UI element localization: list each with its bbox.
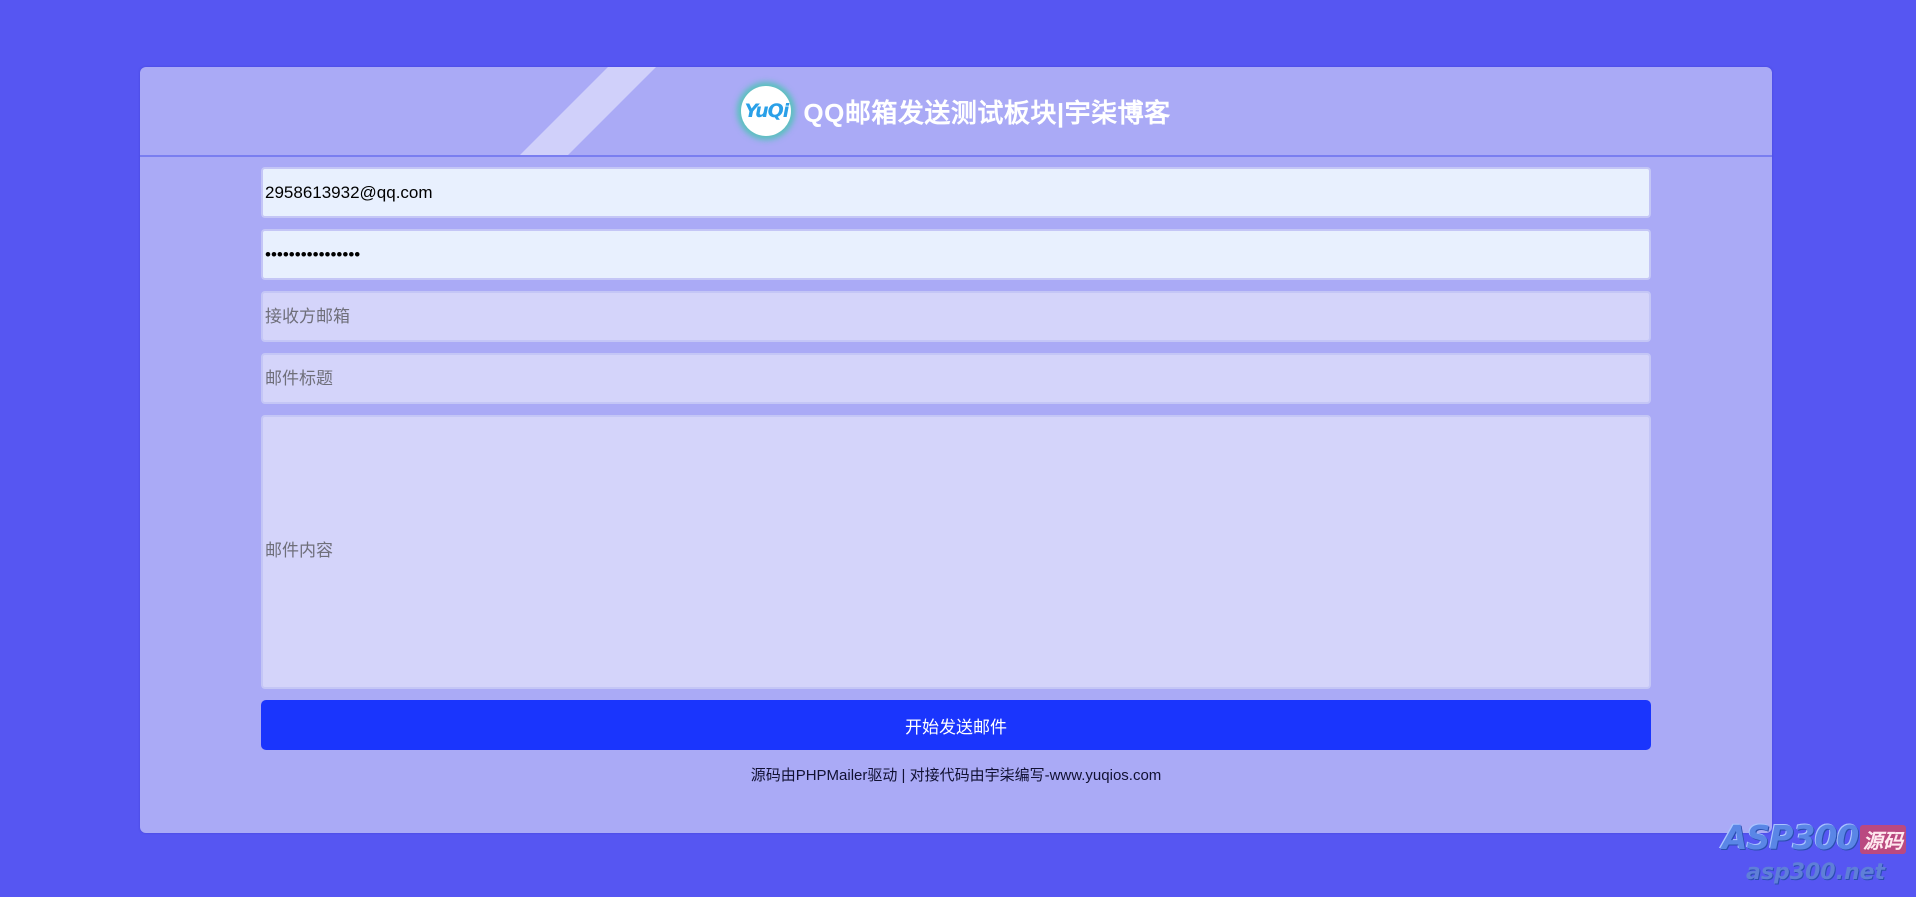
- sender-email-field[interactable]: [261, 167, 1651, 218]
- send-mail-form: 开始发送邮件: [261, 167, 1651, 750]
- watermark-domain: asp300.net: [1746, 860, 1886, 885]
- content-textarea[interactable]: [261, 415, 1651, 689]
- yuqi-logo-icon: YuQi: [741, 86, 792, 136]
- watermark-logo: ASP300 源码 asp300.net: [1718, 818, 1916, 897]
- panel-header: YuQi QQ邮箱发送测试板块|宇柒博客: [140, 67, 1772, 157]
- recipient-email-field[interactable]: [261, 291, 1651, 342]
- auth-code-field[interactable]: [261, 229, 1651, 280]
- subject-field[interactable]: [261, 353, 1651, 404]
- watermark-tag: 源码: [1860, 825, 1906, 854]
- page-title: QQ邮箱发送测试板块|宇柒博客: [803, 97, 1171, 128]
- brand: YuQi QQ邮箱发送测试板块|宇柒博客: [140, 67, 1772, 155]
- send-mail-button[interactable]: 开始发送邮件: [261, 700, 1651, 750]
- watermark-brand: ASP300: [1722, 818, 1859, 857]
- mail-form-panel: YuQi QQ邮箱发送测试板块|宇柒博客 开始发送邮件 源码由PHPMailer…: [140, 67, 1772, 833]
- footer-note: 源码由PHPMailer驱动 | 对接代码由宇柒编写-www.yuqios.co…: [750, 767, 1162, 784]
